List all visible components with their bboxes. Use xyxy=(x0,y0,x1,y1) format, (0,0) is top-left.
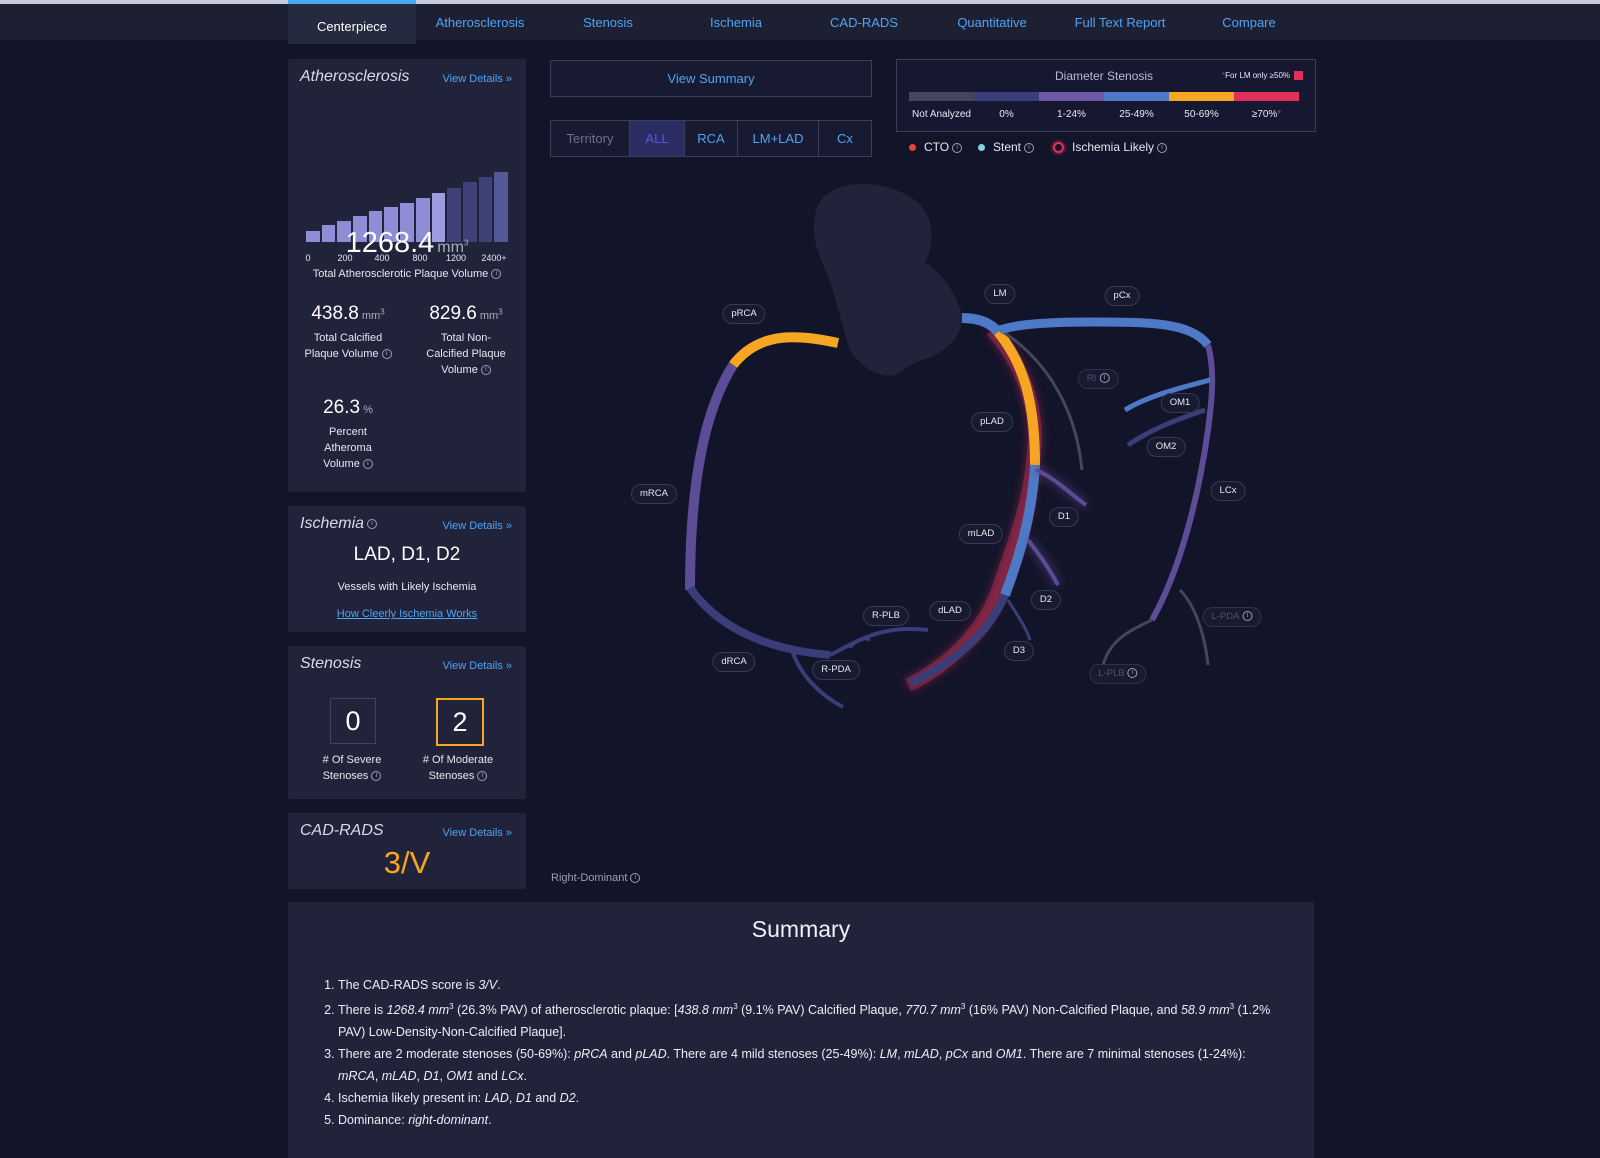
info-icon[interactable]: i xyxy=(630,873,641,884)
label-plad[interactable]: pLAD xyxy=(971,412,1013,432)
label-om2[interactable]: OM2 xyxy=(1146,437,1186,457)
label-d1[interactable]: D1 xyxy=(1048,507,1080,527)
coronary-tree-diagram xyxy=(685,183,1216,709)
label-dlad[interactable]: dLAD xyxy=(929,601,971,621)
vessel-rplb-branch xyxy=(848,637,871,649)
vessel-lplb[interactable] xyxy=(1101,618,1153,666)
label-l-pda-text: L-PDA xyxy=(1211,611,1240,622)
vessel-pcx[interactable] xyxy=(998,317,1212,349)
label-mrca[interactable]: mRCA xyxy=(631,484,677,504)
label-mlad[interactable]: mLAD xyxy=(958,524,1004,544)
vessel-lpda[interactable] xyxy=(1178,588,1210,666)
vessel-d3[interactable] xyxy=(1006,599,1032,641)
label-drca[interactable]: dRCA xyxy=(712,652,756,672)
dominance-text: Right-Dominant xyxy=(551,872,628,884)
vessel-prca[interactable] xyxy=(729,332,840,369)
label-lm[interactable]: LM xyxy=(984,284,1016,304)
label-r-plb[interactable]: R-PLB xyxy=(863,606,909,626)
summary-item: There is 1268.4 mm3 (26.3% PAV) of ather… xyxy=(338,996,1288,1043)
label-om1[interactable]: OM1 xyxy=(1160,393,1200,413)
summary-item: There are 2 moderate stenoses (50-69%): … xyxy=(338,1043,1288,1087)
vessel-lm[interactable] xyxy=(961,313,1002,336)
summary-item: The CAD-RADS score is 3/V. xyxy=(338,974,1288,996)
label-ri-text: RI xyxy=(1086,373,1097,384)
summary-list: The CAD-RADS score is 3/V.There is 1268.… xyxy=(338,974,1288,1131)
info-icon[interactable]: i xyxy=(1099,373,1110,384)
label-pcx[interactable]: pCx xyxy=(1104,286,1140,306)
vessel-mrca[interactable] xyxy=(685,362,738,591)
vessel-rplb[interactable] xyxy=(829,627,929,657)
label-lcx[interactable]: LCx xyxy=(1210,481,1246,501)
label-r-pda[interactable]: R-PDA xyxy=(812,660,860,680)
vessel-d2[interactable] xyxy=(1026,538,1060,586)
label-d2[interactable]: D2 xyxy=(1030,590,1062,610)
label-ri[interactable]: RI i xyxy=(1077,369,1119,389)
vessel-drca[interactable] xyxy=(686,585,831,659)
label-d3[interactable]: D3 xyxy=(1003,641,1035,661)
vessel-d1[interactable] xyxy=(1035,468,1088,507)
summary-item: Dominance: right-dominant. xyxy=(338,1109,1288,1131)
label-prca[interactable]: pRCA xyxy=(722,304,766,324)
info-icon[interactable]: i xyxy=(1127,668,1138,679)
label-l-plb[interactable]: L-PLB i xyxy=(1089,664,1147,684)
label-l-plb-text: L-PLB xyxy=(1098,668,1125,679)
summary-title: Summary xyxy=(751,916,851,942)
summary-panel: Summary The CAD-RADS score is 3/V.There … xyxy=(288,902,1314,1158)
label-l-pda[interactable]: L-PDA i xyxy=(1202,607,1262,627)
summary-item: Ischemia likely present in: LAD, D1 and … xyxy=(338,1087,1288,1109)
info-icon[interactable]: i xyxy=(1242,611,1253,622)
dominance-label: Right-Dominant i xyxy=(551,872,641,884)
